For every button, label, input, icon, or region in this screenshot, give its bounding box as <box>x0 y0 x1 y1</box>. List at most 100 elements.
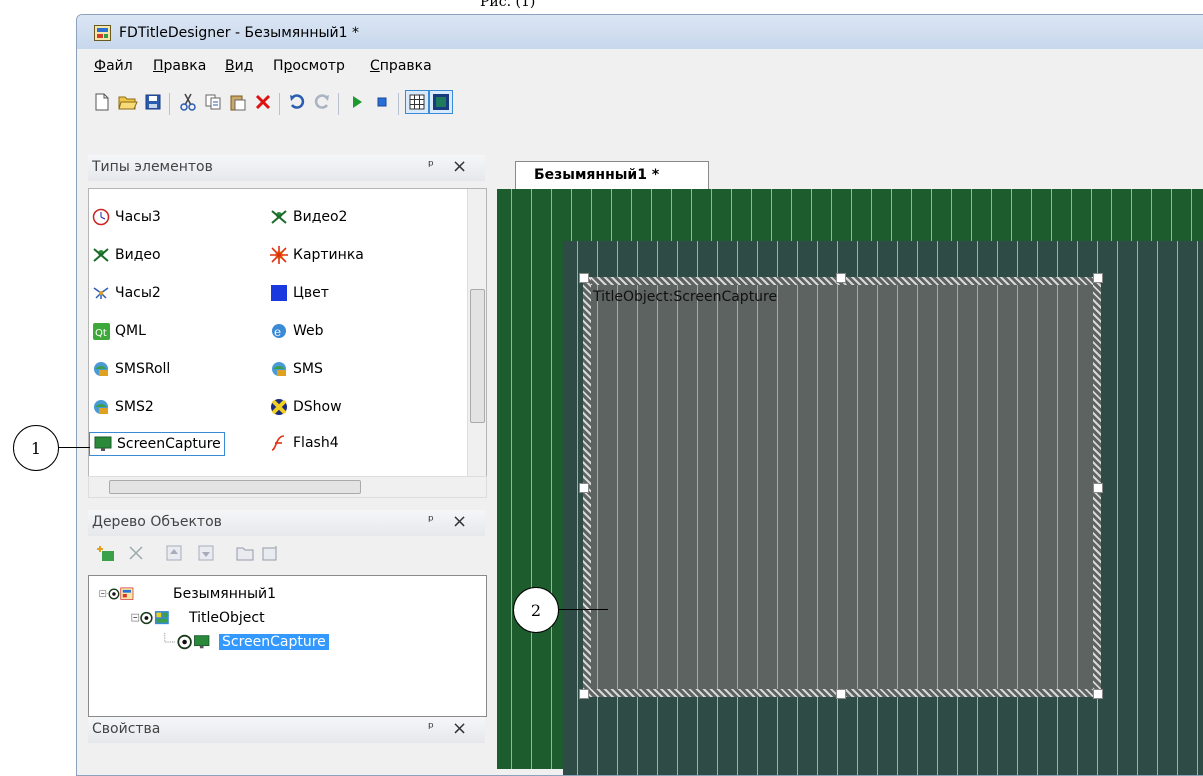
type-item-clock2[interactable]: Часы2 <box>91 282 161 304</box>
tab-document[interactable]: Безымянный1 * <box>515 161 709 190</box>
type-item-sms2[interactable]: SMS2 <box>91 396 154 418</box>
close-icon[interactable]: × <box>452 718 467 739</box>
stop-icon[interactable] <box>370 90 394 114</box>
svg-text:Qt: Qt <box>95 328 107 339</box>
tree-toolbar <box>88 537 485 575</box>
toolbar-separator <box>279 93 280 115</box>
pin-icon[interactable]: ᵖ <box>428 720 434 736</box>
types-horizontal-scrollbar[interactable] <box>88 476 487 498</box>
object-tree: Безымянный1 TitleObject ScreenCapture <box>88 575 487 717</box>
title-bar: FDTitleDesigner - Безымянный1 * <box>77 15 1203 49</box>
tree-panel-header: Дерево Объектов ᵖ × <box>88 510 485 536</box>
grid-icon[interactable] <box>405 90 429 114</box>
screen-icon <box>93 435 113 453</box>
window-title: FDTitleDesigner - Безымянный1 * <box>119 25 360 41</box>
resize-handle[interactable] <box>1093 483 1103 493</box>
new-icon[interactable] <box>90 90 114 114</box>
menu-bar: Файл Правка Вид Просмотр Справка <box>77 49 1203 83</box>
type-item-dshow[interactable]: DShow <box>269 396 342 418</box>
type-item-video[interactable]: Видео <box>91 244 161 266</box>
sms-icon <box>269 360 289 378</box>
callout-line <box>58 447 90 448</box>
resize-handle[interactable] <box>579 483 589 493</box>
menu-help[interactable]: Справка <box>370 58 432 74</box>
open-icon[interactable] <box>116 90 140 114</box>
types-panel-header: Типы элементов ᵖ × <box>88 155 485 181</box>
scroll-thumb[interactable] <box>109 480 361 494</box>
resize-handle[interactable] <box>579 273 589 283</box>
delete-icon[interactable] <box>251 90 275 114</box>
design-canvas[interactable]: TitleObject:ScreenCapture <box>497 189 1203 775</box>
undo-icon[interactable] <box>285 90 309 114</box>
screencapture-object[interactable]: TitleObject:ScreenCapture <box>579 273 1103 699</box>
type-item-flash4[interactable]: Flash4 <box>269 432 339 454</box>
resize-handle[interactable] <box>836 689 846 699</box>
pin-icon[interactable]: ᵖ <box>428 158 434 174</box>
play-icon[interactable] <box>345 90 369 114</box>
type-item-screencapture[interactable]: ScreenCapture <box>89 432 225 456</box>
toolbar-separator <box>169 93 170 115</box>
pin-icon[interactable]: ᵖ <box>428 513 434 529</box>
type-item-smsroll[interactable]: SMSRoll <box>91 358 170 380</box>
menu-edit[interactable]: Правка <box>153 58 206 74</box>
menu-view[interactable]: Вид <box>225 58 253 74</box>
callout-line <box>558 609 608 610</box>
toolbar-separator <box>338 93 339 115</box>
copy-icon[interactable] <box>201 90 225 114</box>
type-item-video2[interactable]: Видео2 <box>269 206 347 228</box>
video-icon <box>91 246 111 264</box>
menu-file[interactable]: Файл <box>94 58 133 74</box>
sms-icon <box>91 398 111 416</box>
delete-icon[interactable] <box>128 545 144 561</box>
types-panel-list: Часы3 Видео Часы2 Qt QML SMSRoll SMS2 Sc… <box>88 188 487 478</box>
frame-icon[interactable] <box>429 90 453 114</box>
callout-2: 2 <box>513 587 559 633</box>
resize-handle[interactable] <box>579 689 589 699</box>
tree-node-titleobject[interactable]: TitleObject <box>131 608 265 628</box>
clock-icon <box>91 284 111 302</box>
app-icon <box>94 25 111 41</box>
dshow-icon <box>269 398 289 416</box>
video-icon <box>269 208 289 226</box>
picture-icon <box>269 246 289 264</box>
move-down-icon[interactable] <box>198 545 214 561</box>
app-window: FDTitleDesigner - Безымянный1 * Файл Пра… <box>76 14 1203 776</box>
flash-icon <box>269 434 289 452</box>
type-item-picture[interactable]: Картинка <box>269 244 364 266</box>
save-icon[interactable] <box>141 90 165 114</box>
tree-node-icons <box>164 633 210 650</box>
open-template-icon[interactable] <box>236 545 254 561</box>
svg-text:e: e <box>274 325 281 339</box>
menu-preview[interactable]: Просмотр <box>273 58 345 74</box>
sms-icon <box>91 360 111 378</box>
redo-icon[interactable] <box>310 90 334 114</box>
type-item-clock3[interactable]: Часы3 <box>91 206 161 228</box>
cut-icon[interactable] <box>176 90 200 114</box>
types-vertical-scrollbar[interactable] <box>467 189 486 477</box>
type-item-color[interactable]: Цвет <box>269 282 329 304</box>
paste-icon[interactable] <box>226 90 250 114</box>
document-tabstrip: Безымянный1 * <box>497 157 1203 190</box>
callout-1: 1 <box>13 425 59 471</box>
main-toolbar <box>77 83 1203 123</box>
type-item-qml[interactable]: Qt QML <box>91 320 146 342</box>
move-up-icon[interactable] <box>166 545 182 561</box>
type-item-sms[interactable]: SMS <box>269 358 323 380</box>
tree-node-screencapture[interactable]: ScreenCapture <box>163 632 329 652</box>
add-object-icon[interactable] <box>96 545 116 563</box>
close-icon[interactable]: × <box>452 511 467 532</box>
clock-icon <box>91 208 111 226</box>
save-template-icon[interactable] <box>262 545 280 561</box>
qml-icon: Qt <box>91 322 111 340</box>
resize-handle[interactable] <box>1093 273 1103 283</box>
tree-node-icons <box>99 587 134 600</box>
type-item-web[interactable]: e Web <box>269 320 324 342</box>
web-icon: e <box>269 322 289 340</box>
resize-handle[interactable] <box>836 273 846 283</box>
tree-node-root[interactable]: Безымянный1 <box>99 584 276 604</box>
page-label: Рис. (1) <box>480 0 536 10</box>
scroll-thumb[interactable] <box>470 289 485 423</box>
resize-handle[interactable] <box>1093 689 1103 699</box>
object-label: TitleObject:ScreenCapture <box>593 289 778 305</box>
close-icon[interactable]: × <box>452 156 467 177</box>
